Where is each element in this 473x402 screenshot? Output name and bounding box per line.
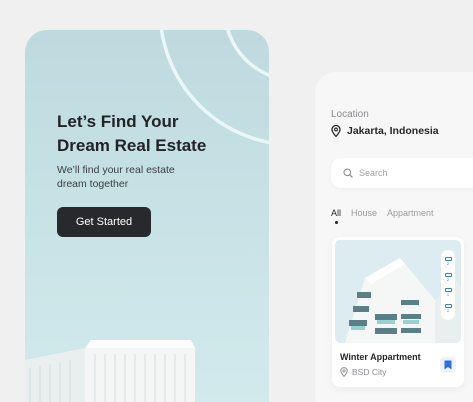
- get-started-button[interactable]: Get Started: [57, 207, 151, 237]
- tab-appartment[interactable]: Appartment: [387, 208, 434, 218]
- property-name: Winter Appartment: [340, 352, 421, 362]
- facility-list: 2 2 1 2: [441, 250, 455, 320]
- onboarding-title: Let’s Find Your Dream Real Estate: [57, 110, 247, 158]
- category-tabs: All House Appartment: [331, 208, 434, 224]
- tab-house[interactable]: House: [351, 208, 377, 218]
- location-pin-icon: [340, 367, 348, 377]
- location-label: Location: [331, 109, 369, 120]
- bed-count: 2: [446, 260, 450, 266]
- car-count: 1: [446, 292, 450, 298]
- area-count: 2: [446, 308, 450, 314]
- onboarding-subtitle: We’ll find your real estate dream togeth…: [57, 163, 197, 191]
- subtitle-line-2: dream together: [57, 178, 129, 190]
- bookmark-icon: [444, 360, 452, 370]
- property-location-text: BSD City: [352, 367, 387, 377]
- area-icon: 2: [444, 304, 452, 314]
- search-placeholder: Search: [359, 168, 388, 178]
- location-pin-icon: [331, 125, 341, 137]
- location-value: Jakarta, Indonesia: [347, 125, 439, 137]
- property-image: 2 2 1 2: [335, 240, 461, 343]
- bath-icon: 2: [444, 272, 452, 282]
- bookmark-button[interactable]: [440, 357, 456, 373]
- bath-count: 2: [446, 276, 450, 282]
- property-card[interactable]: 2 2 1 2 Winter Appartment BSD City: [332, 237, 464, 387]
- title-line-1: Let’s Find Your: [57, 112, 179, 131]
- subtitle-line-1: We’ll find your real estate: [57, 164, 175, 176]
- title-line-2: Dream Real Estate: [57, 136, 207, 155]
- home-screen: Location Jakarta, Indonesia Search All H…: [315, 72, 473, 402]
- location-selector[interactable]: Jakarta, Indonesia: [331, 125, 439, 137]
- building-illustration: [25, 340, 195, 402]
- bed-icon: 2: [444, 256, 452, 266]
- search-icon: [343, 168, 353, 178]
- car-icon: 1: [444, 288, 452, 298]
- search-input[interactable]: Search: [331, 158, 473, 188]
- tab-all[interactable]: All: [331, 208, 341, 224]
- property-location: BSD City: [340, 367, 386, 377]
- onboarding-screen: Let’s Find Your Dream Real Estate We’ll …: [25, 30, 269, 402]
